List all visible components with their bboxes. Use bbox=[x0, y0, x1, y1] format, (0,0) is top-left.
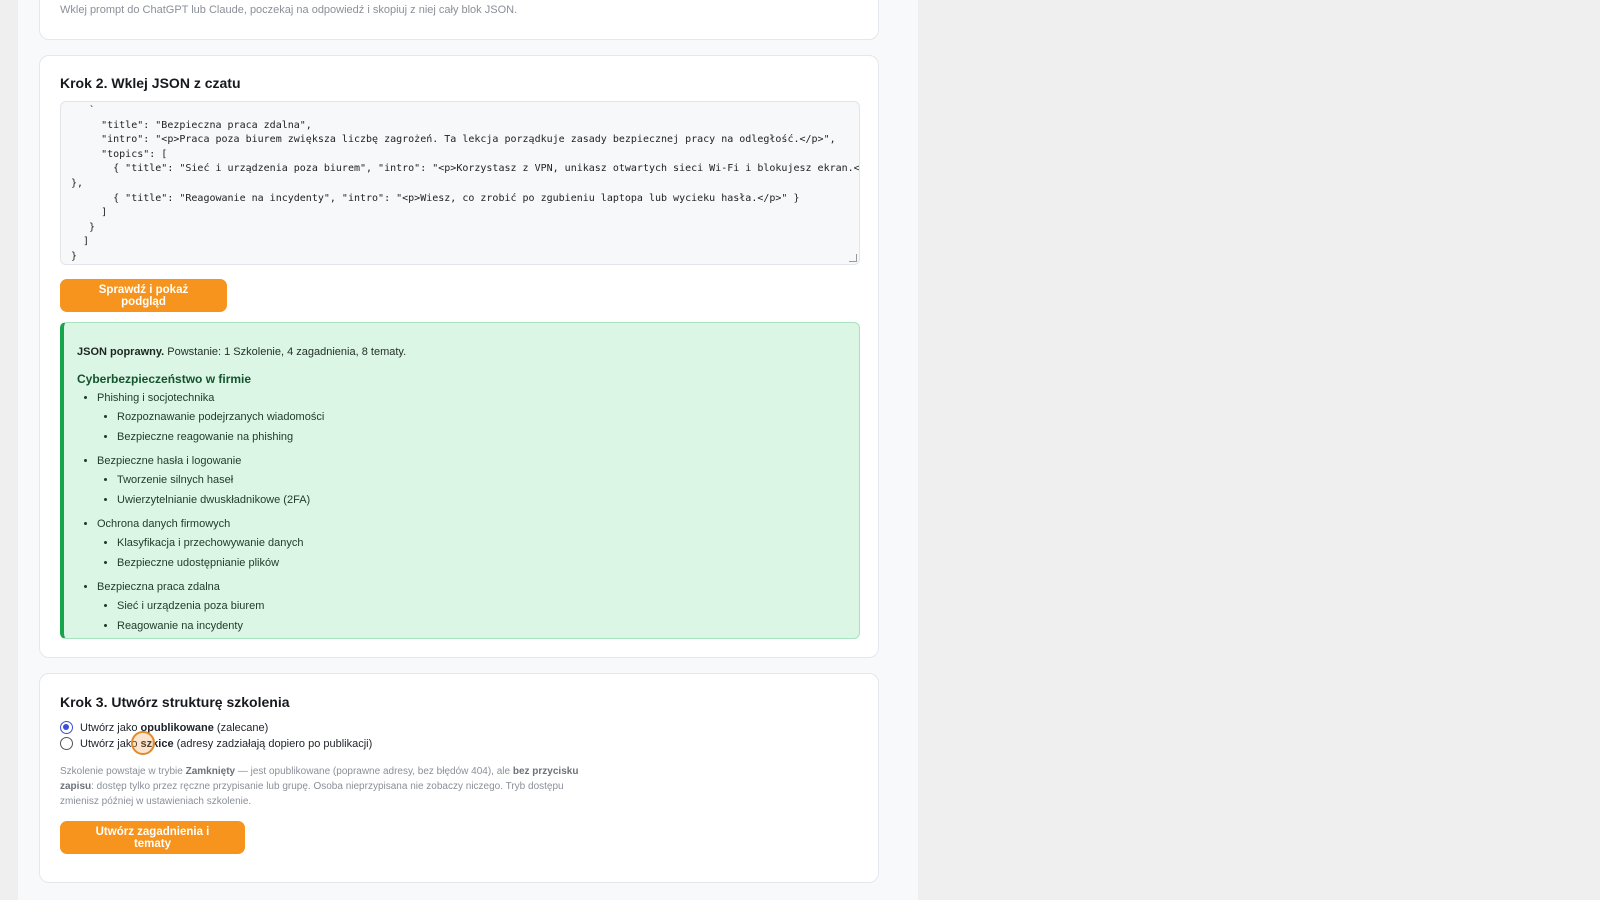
outline-topic-list: Rozpoznawanie podejrzanych wiadomościBez… bbox=[97, 407, 324, 447]
outline-section-name: Bezpieczna praca zdalna bbox=[97, 581, 220, 593]
json-line: }, bbox=[71, 177, 84, 189]
resize-handle-icon[interactable] bbox=[849, 254, 857, 262]
step1-card: Wklej prompt do ChatGPT lub Claude, pocz… bbox=[39, 0, 879, 40]
json-code-content[interactable]: ` "title": "Bezpieczna praca zdalna", "i… bbox=[61, 102, 860, 264]
json-line: "title": "Bezpieczna praca zdalna", bbox=[71, 119, 312, 131]
outline-section: Ochrona danych firmowych Klasyfikacja i p… bbox=[97, 515, 324, 573]
outline-topic-list: Klasyfikacja i przechowywanie danychBezp… bbox=[97, 533, 324, 573]
option-published[interactable]: Utwórz jako opublikowane (zalecane) bbox=[60, 721, 268, 734]
step3-card: Krok 3. Utwórz strukturę szkolenia Utwór… bbox=[39, 673, 879, 883]
json-line: { "title": "Reagowanie na incydenty", "i… bbox=[71, 192, 800, 204]
validation-result-box: JSON poprawny. Powstanie: 1 Szkolenie, 4… bbox=[60, 322, 860, 639]
outline-topic: Klasyfikacja i przechowywanie danych bbox=[117, 533, 324, 553]
json-line: } bbox=[71, 250, 78, 262]
outline-section: Bezpieczna praca zdalna Sieć i urządzenia… bbox=[97, 578, 324, 636]
outline-topic-list: Sieć i urządzenia poza biuremReagowanie … bbox=[97, 596, 324, 636]
step1-hint: Wklej prompt do ChatGPT lub Claude, pocz… bbox=[60, 4, 518, 16]
outline-section-name: Ochrona danych firmowych bbox=[97, 518, 231, 530]
check-preview-button[interactable]: Sprawdź i pokaż podgląd bbox=[60, 279, 227, 312]
json-line: ] bbox=[71, 207, 108, 219]
access-mode-note: Szkolenie powstaje w trybie Zamknięty — … bbox=[60, 766, 579, 807]
option-draft[interactable]: Utwórz jako szkice (adresy zadziałają do… bbox=[60, 737, 372, 750]
json-line: { "title": "Sieć i urządzenia poza biure… bbox=[71, 163, 860, 175]
outline-topic-list: Tworzenie silnych hasełUwierzytelnianie … bbox=[97, 470, 324, 510]
outline-section: Bezpieczne hasła i logowanie Tworzenie si… bbox=[97, 452, 324, 510]
outline-section-name: Bezpieczne hasła i logowanie bbox=[97, 455, 242, 467]
outline-topic: Sieć i urządzenia poza biurem bbox=[117, 596, 324, 616]
json-textarea[interactable]: ` "title": "Bezpieczna praca zdalna", "i… bbox=[60, 101, 860, 265]
outline-topic: Bezpieczne udostępnianie plików bbox=[117, 553, 324, 573]
option-draft-label: Utwórz jako szkice (adresy zadziałają do… bbox=[80, 737, 373, 750]
validation-status: JSON poprawny. Powstanie: 1 Szkolenie, 4… bbox=[77, 346, 406, 358]
radio-published[interactable] bbox=[60, 721, 73, 734]
cursor-highlight bbox=[131, 731, 155, 755]
json-line: "topics": [ bbox=[71, 148, 168, 160]
outline-topic: Bezpieczne reagowanie na phishing bbox=[117, 427, 324, 447]
outline-section-name: Phishing i socjotechnika bbox=[97, 392, 215, 404]
validation-status-rest: Powstanie: 1 Szkolenie, 4 zagadnienia, 8… bbox=[164, 346, 407, 358]
option-published-label: Utwórz jako opublikowane (zalecane) bbox=[80, 721, 269, 734]
outline-topic: Tworzenie silnych haseł bbox=[117, 470, 324, 490]
outline-topic: Rozpoznawanie podejrzanych wiadomości bbox=[117, 407, 324, 427]
json-line: } bbox=[71, 221, 96, 233]
radio-draft[interactable] bbox=[60, 737, 73, 750]
outline-topic: Reagowanie na incydenty bbox=[117, 616, 324, 636]
step2-title: Krok 2. Wklej JSON z czatu bbox=[60, 75, 241, 91]
step3-title: Krok 3. Utwórz strukturę szkolenia bbox=[60, 694, 290, 710]
create-structure-button[interactable]: Utwórz zagadnienia i tematy bbox=[60, 821, 245, 854]
page-column: Wklej prompt do ChatGPT lub Claude, pocz… bbox=[18, 0, 918, 900]
json-line: "intro": "<p>Praca poza biurem zwiększa … bbox=[71, 134, 836, 146]
json-line: ` bbox=[71, 105, 96, 116]
outline-topic: Uwierzytelnianie dwuskładnikowe (2FA) bbox=[117, 490, 324, 510]
course-outline: Phishing i socjotechnika Rozpoznawanie po… bbox=[77, 389, 324, 641]
step2-card: Krok 2. Wklej JSON z czatu ` "title": "B… bbox=[39, 55, 879, 658]
outline-section: Phishing i socjotechnika Rozpoznawanie po… bbox=[97, 389, 324, 447]
validation-status-bold: JSON poprawny. bbox=[77, 346, 165, 358]
course-title: Cyberbezpieczeństwo w firmie bbox=[77, 372, 252, 386]
json-line: ] bbox=[71, 236, 90, 248]
